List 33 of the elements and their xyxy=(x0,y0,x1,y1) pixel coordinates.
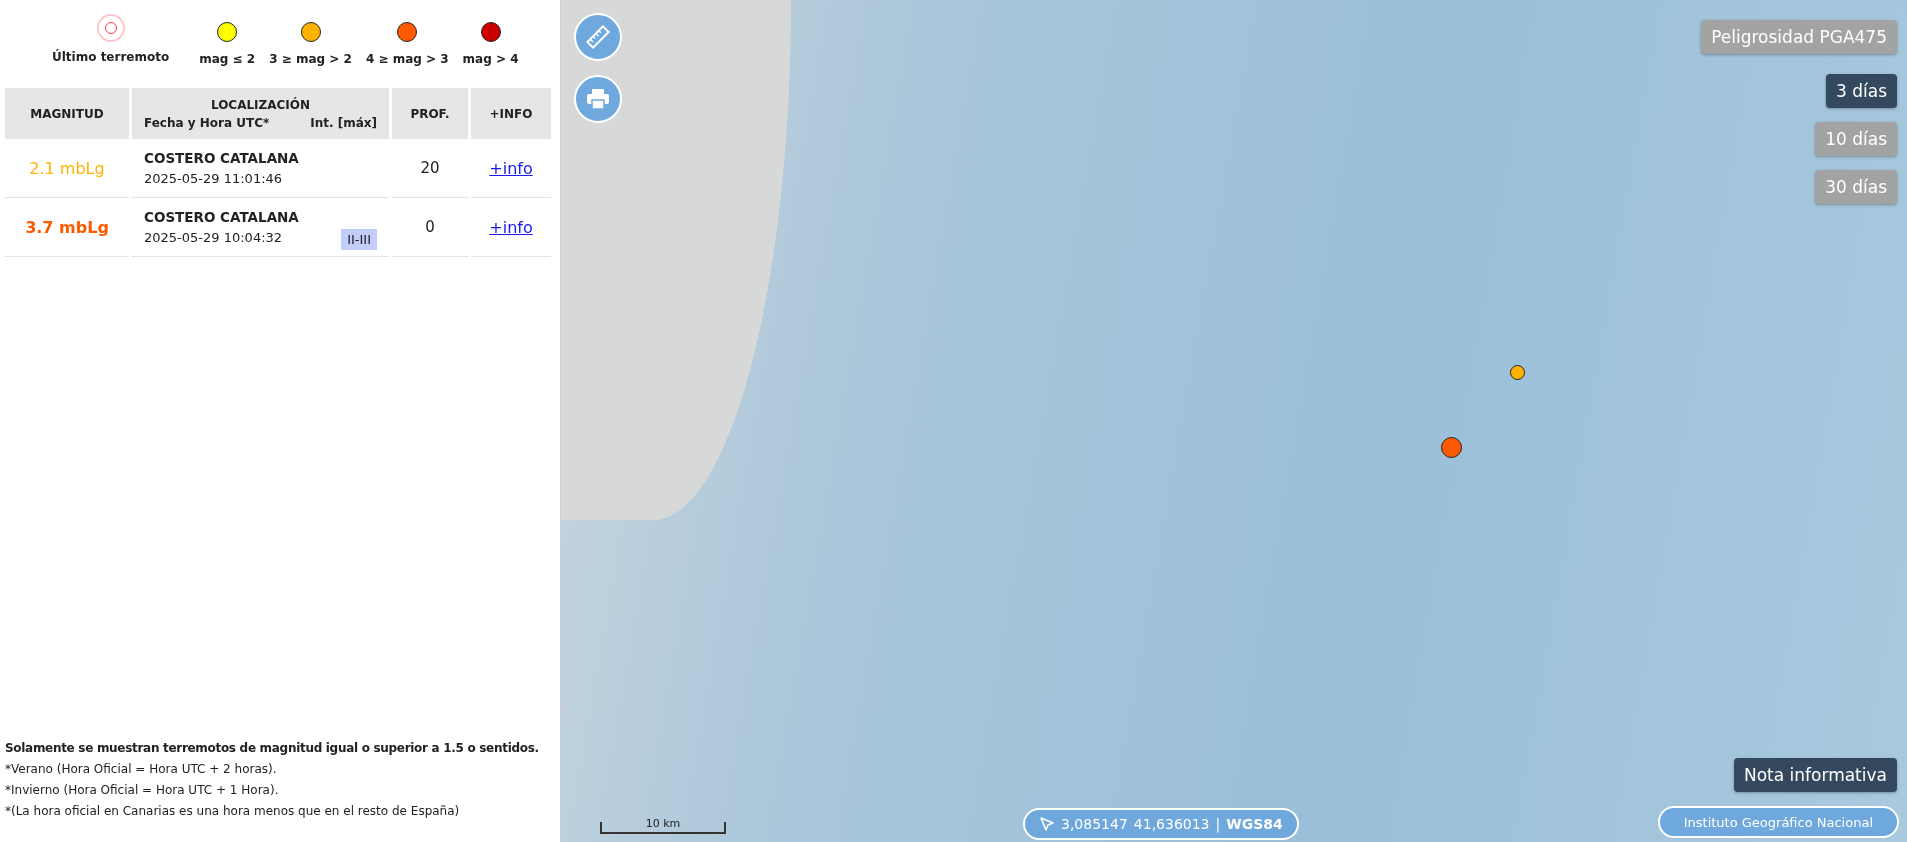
column-header: PROF. xyxy=(392,88,468,139)
legend-label: mag > 4 xyxy=(462,52,519,66)
period-button[interactable]: 3 días xyxy=(1826,74,1897,108)
intensity-badge: II-III xyxy=(341,229,377,250)
separator: | xyxy=(1215,816,1221,832)
info-link[interactable]: +info xyxy=(489,217,533,237)
map[interactable]: Peligrosidad PGA475 3 días 10 días 30 días Nota informativa 10 km 3,085147 41,636013 | WGS84 Instituto Geográfico Nacional xyxy=(561,0,1907,842)
footnote: *Invierno (Hora Oficial = Hora UTC + 1 Hora). xyxy=(5,783,280,797)
depth-cell: 20 xyxy=(392,139,468,198)
footnote: *Verano (Hora Oficial = Hora UTC + 2 horas). xyxy=(5,762,278,776)
coordinates: 41,636013 xyxy=(1133,816,1210,832)
column-subheader: Fecha y Hora UTC* xyxy=(144,115,270,130)
column-header: LOCALIZACIÓN xyxy=(210,97,311,112)
location-name: COSTERO CATALANA xyxy=(144,150,299,166)
column-header: MAGNITUD xyxy=(5,88,129,139)
crs-label: WGS84 xyxy=(1226,816,1283,832)
legend-label: Último terremoto xyxy=(52,50,170,64)
footnote: Solamente se muestran terremotos de magnitud igual o superior a 1.5 o sentidos. xyxy=(5,741,540,755)
legend-label: mag ≤ 2 xyxy=(199,52,256,66)
column-header: +INFO xyxy=(471,88,551,139)
column-subheader: Int. [máx] xyxy=(310,115,377,130)
location-name: COSTERO CATALANA xyxy=(144,209,299,225)
info-link[interactable]: +info xyxy=(489,158,533,178)
datetime: 2025-05-29 10:04:32 xyxy=(144,230,284,245)
legend-label: 4 ≥ mag > 3 xyxy=(365,52,449,66)
info-note-button[interactable]: Nota informativa xyxy=(1733,758,1897,792)
coordinates: 3,085147 xyxy=(1061,816,1128,832)
magnitude-cell: 3.7 mbLg xyxy=(5,198,129,257)
magnitude-cell: 2.1 mbLg xyxy=(5,139,129,198)
footnote: *(La hora oficial en Canarias es una hora menos que en el resto de España) xyxy=(5,804,461,818)
depth-cell: 0 xyxy=(392,198,468,257)
datetime: 2025-05-29 11:01:46 xyxy=(144,171,284,186)
legend-label: 3 ≥ mag > 2 xyxy=(269,52,352,66)
